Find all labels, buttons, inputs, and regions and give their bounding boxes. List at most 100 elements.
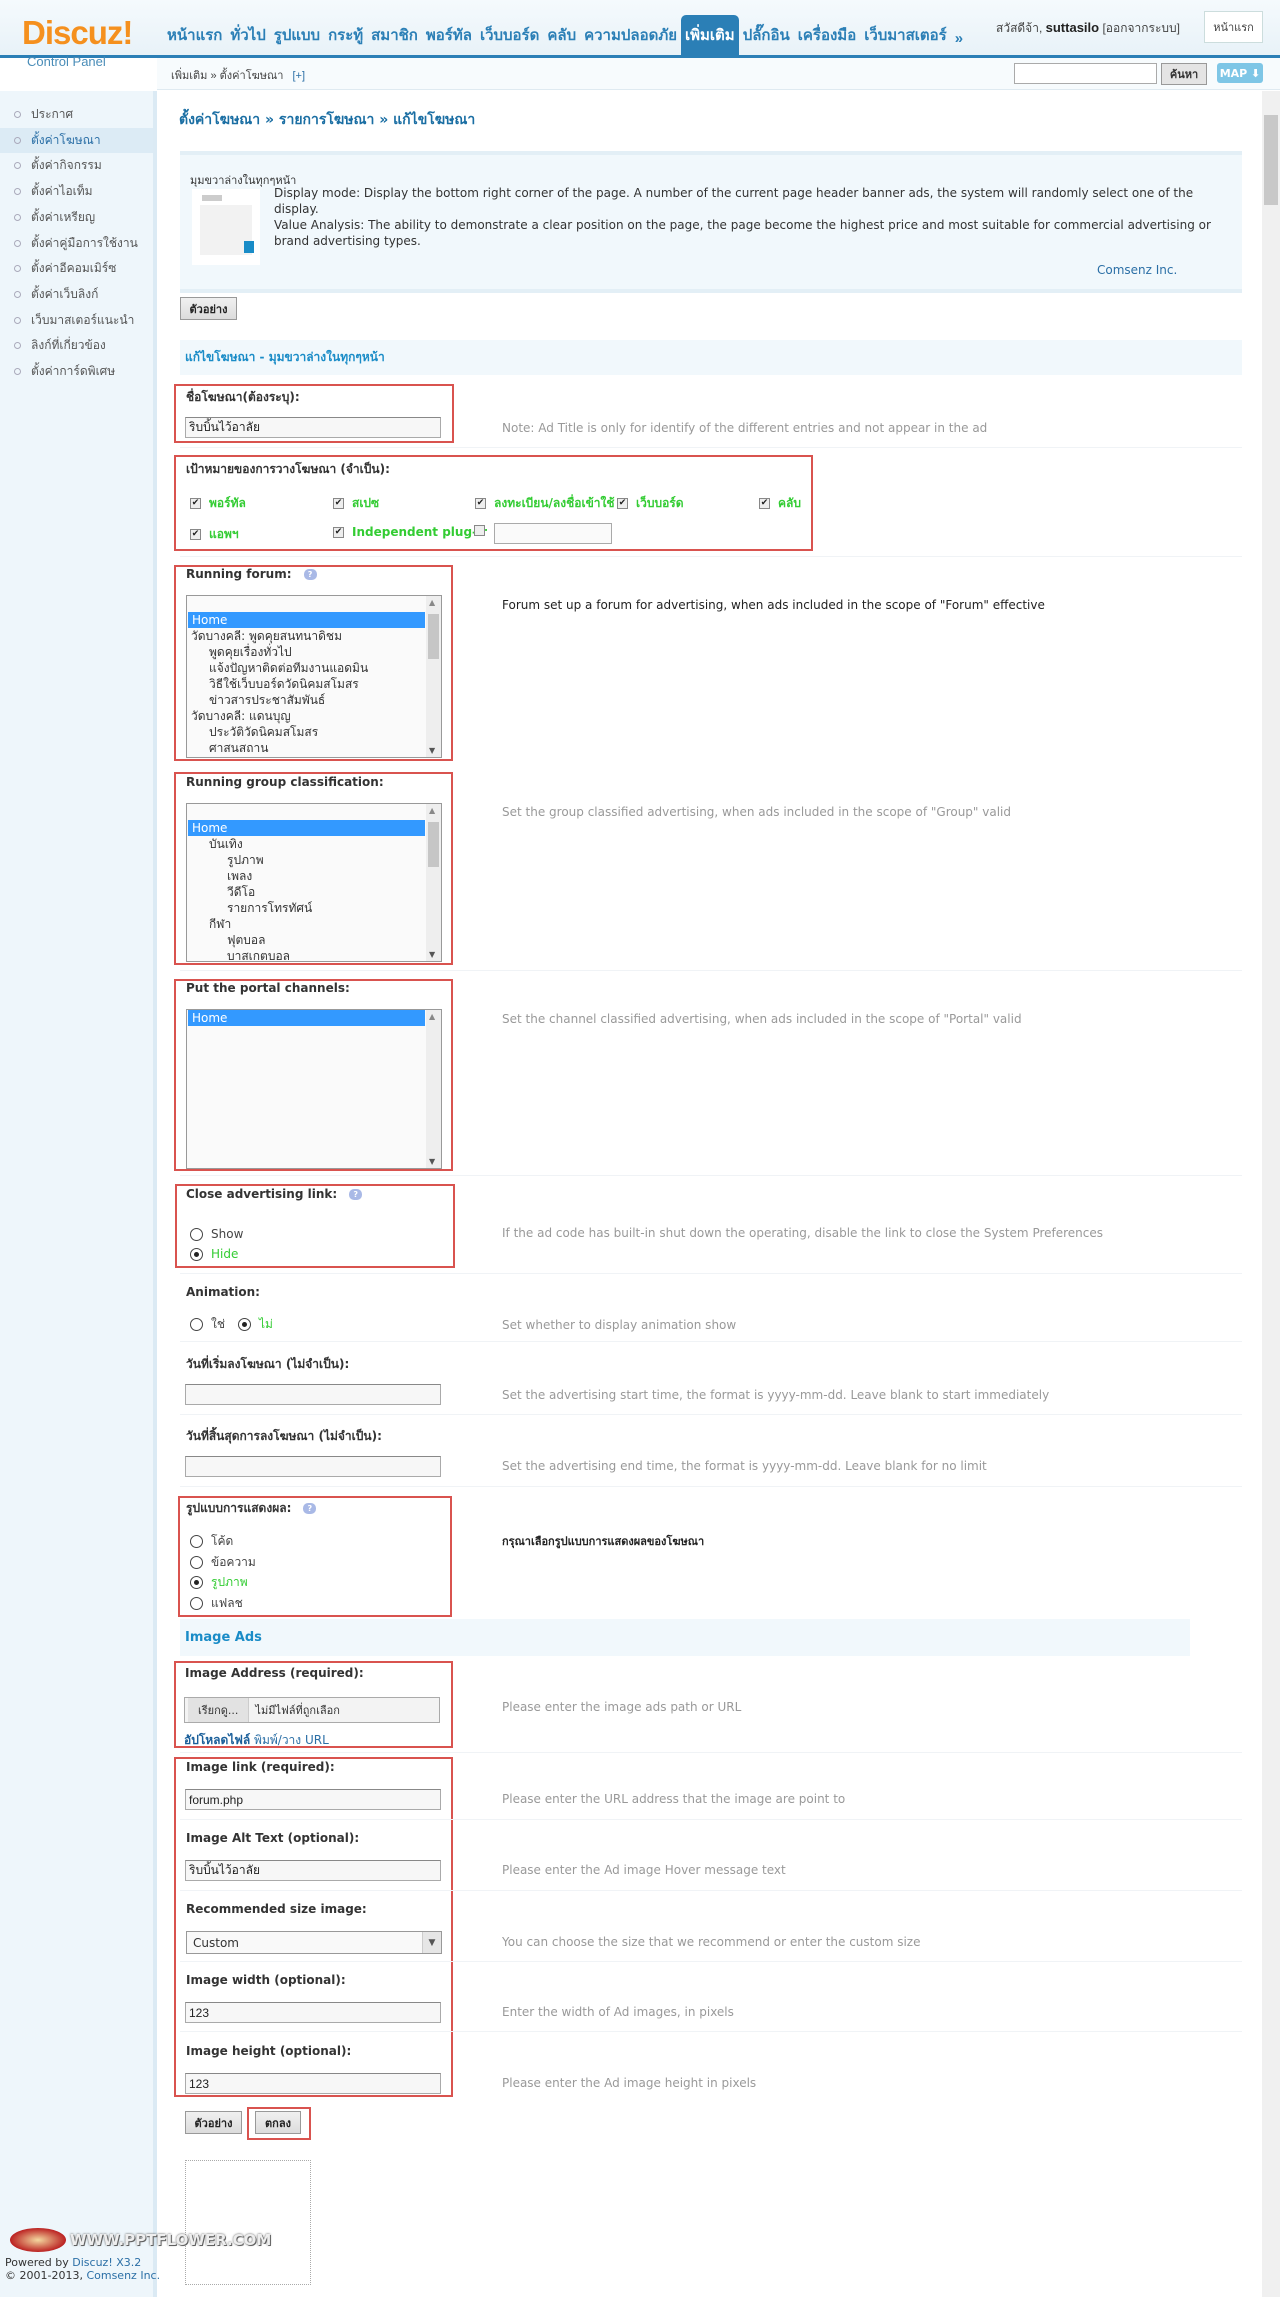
paste-url-link[interactable]: พิมพ์/วาง URL <box>254 1733 329 1747</box>
search-input[interactable] <box>1014 63 1157 84</box>
radio-option[interactable]: โค้ด <box>190 1532 233 1551</box>
nav-tab[interactable]: รูปแบบ <box>270 15 324 55</box>
checkbox-icon[interactable]: ✔ <box>190 498 201 509</box>
target-checkbox[interactable]: ✔ แอพฯ <box>190 525 239 544</box>
target-checkbox[interactable] <box>474 525 493 536</box>
chevron-up-icon[interactable]: ▲ <box>429 598 435 607</box>
radio-option[interactable]: ใช่ <box>190 1315 225 1334</box>
list-option[interactable]: Home <box>188 1010 425 1026</box>
nav-tab[interactable]: สมาชิก <box>367 15 422 55</box>
list-option[interactable]: กีฬา <box>187 916 424 932</box>
image-width-input[interactable] <box>185 2002 441 2023</box>
home-button[interactable]: หน้าแรก <box>1204 11 1263 43</box>
nav-tab[interactable]: » <box>951 15 967 55</box>
sidebar-item[interactable]: ตั้งค่าอีคอมเมิร์ซ <box>0 256 153 281</box>
nav-tab[interactable]: กระทู้ <box>324 15 367 55</box>
scrollbar-thumb[interactable] <box>1264 115 1278 205</box>
list-option[interactable]: วัดบางคลี: พูดคุยสนทนาดิชม <box>187 628 424 644</box>
radio-icon[interactable] <box>190 1227 203 1241</box>
sidebar-item[interactable]: เว็บมาสเตอร์แนะนำ <box>0 308 153 333</box>
sidebar-item[interactable]: ตั้งค่าเหรียญ <box>0 205 153 230</box>
browse-button[interactable]: เรียกดู... <box>188 1698 250 1722</box>
checkbox-icon[interactable] <box>474 525 485 536</box>
sidebar-item[interactable]: ตั้งค่าคู่มือการใช้งาน <box>0 231 153 256</box>
help-icon[interactable]: ? <box>303 1503 317 1514</box>
image-link-input[interactable] <box>185 1789 441 1810</box>
list-option[interactable] <box>187 804 424 820</box>
radio-icon[interactable] <box>190 1556 203 1569</box>
sidebar-item[interactable]: ลิงก์ที่เกี่ยวข้อง <box>0 333 153 358</box>
image-alt-input[interactable] <box>185 1860 441 1881</box>
list-option[interactable]: Home <box>188 612 425 628</box>
sidebar-item[interactable]: ตั้งค่ากิจกรรม <box>0 153 153 178</box>
chevron-up-icon[interactable]: ▲ <box>429 806 435 815</box>
scrollbar-thumb[interactable] <box>428 822 439 867</box>
page-scrollbar[interactable] <box>1262 91 1280 2297</box>
portal-channels-listbox[interactable]: Home ▲ ▼ <box>186 1009 442 1169</box>
target-checkbox[interactable]: ✔ Independent plug-ir <box>333 525 487 539</box>
image-file-input[interactable]: เรียกดู... ไม่มีไฟล์ที่ถูกเลือก <box>184 1697 440 1723</box>
checkbox-icon[interactable]: ✔ <box>190 529 201 540</box>
breadcrumb-add-link[interactable]: [+] <box>292 70 305 82</box>
sidebar-item[interactable]: ตั้งค่าเว็บลิงก์ <box>0 282 153 307</box>
end-date-input[interactable] <box>185 1456 441 1477</box>
sidebar-item[interactable]: ประกาศ <box>0 102 153 127</box>
help-icon[interactable]: ? <box>349 1189 363 1200</box>
radio-option[interactable]: Hide <box>190 1247 238 1261</box>
list-option[interactable]: ประวัติวัดนิคมสโมสร <box>187 724 424 740</box>
list-option[interactable]: บาสเกตบอล <box>187 948 424 961</box>
chevron-up-icon[interactable]: ▲ <box>429 1012 435 1021</box>
sidebar-item[interactable]: ตั้งค่าไอเท็ม <box>0 179 153 204</box>
checkbox-icon[interactable]: ✔ <box>333 498 344 509</box>
list-option[interactable]: เพลง <box>187 868 424 884</box>
preview-button-top[interactable]: ตัวอย่าง <box>180 297 237 320</box>
running-forum-listbox[interactable]: Home วัดบางคลี: พูดคุยสนทนาดิชม พูดคุยเรื่… <box>186 595 442 758</box>
nav-tab[interactable]: พอร์ทัล <box>422 15 476 55</box>
target-checkbox[interactable]: ✔ พอร์ทัล <box>190 494 246 513</box>
listbox-scrollbar[interactable]: ▲ ▼ <box>426 1010 441 1168</box>
list-option[interactable] <box>187 596 424 612</box>
ad-title-input[interactable] <box>185 417 441 438</box>
list-option[interactable]: Home <box>188 820 425 836</box>
submit-button[interactable]: ตกลง <box>255 2111 301 2134</box>
list-option[interactable]: วีดีโอ <box>187 884 424 900</box>
radio-icon[interactable] <box>190 1576 203 1589</box>
radio-option[interactable]: ไม่ <box>238 1315 273 1334</box>
username[interactable]: suttasilo <box>1046 20 1099 35</box>
list-option[interactable]: วัดบางคลี: แดนบุญ <box>187 708 424 724</box>
nav-tab[interactable]: หน้าแรก <box>163 15 226 55</box>
radio-icon[interactable] <box>190 1247 203 1261</box>
checkbox-icon[interactable]: ✔ <box>617 498 628 509</box>
help-icon[interactable]: ? <box>303 569 317 580</box>
list-option[interactable]: วิธีใช้เว็บบอร์ดวัดนิคมสโมสร <box>187 676 424 692</box>
scrollbar-thumb[interactable] <box>428 614 439 659</box>
list-option[interactable]: พูดคุยเรื่องทั่วไป <box>187 644 424 660</box>
targets-custom-input[interactable] <box>494 523 612 544</box>
chevron-down-icon[interactable]: ▼ <box>429 746 435 755</box>
radio-icon[interactable] <box>238 1318 251 1331</box>
image-size-select[interactable]: Custom ▼ <box>186 1931 442 1954</box>
listbox-scrollbar[interactable]: ▲ ▼ <box>426 596 441 757</box>
nav-tab[interactable]: ความปลอดภัย <box>580 15 681 55</box>
product-link[interactable]: Discuz! X3.2 <box>72 2256 141 2269</box>
checkbox-icon[interactable]: ✔ <box>333 526 344 538</box>
start-date-input[interactable] <box>185 1384 441 1405</box>
target-checkbox[interactable]: ✔ เว็บบอร์ด <box>617 494 684 513</box>
discuz-logo[interactable]: Discuz! <box>22 14 133 52</box>
list-option[interactable]: ศาสนสถาน <box>187 740 424 756</box>
nav-tab[interactable]: ปลั๊กอิน <box>739 15 794 55</box>
chevron-down-icon[interactable]: ▼ <box>429 950 435 959</box>
chevron-down-icon[interactable]: ▼ <box>429 1157 435 1166</box>
radio-option[interactable]: Show <box>190 1227 243 1241</box>
list-option[interactable]: รายการโทรทัศน์ <box>187 900 424 916</box>
target-checkbox[interactable]: ✔ สเปซ <box>333 494 379 513</box>
target-checkbox[interactable]: ✔ คลับ <box>759 494 801 513</box>
radio-option[interactable]: รูปภาพ <box>190 1573 248 1592</box>
map-button[interactable]: MAP ⬇ <box>1217 63 1263 83</box>
sidebar-item[interactable]: ตั้งค่าโฆษณา <box>0 127 153 153</box>
nav-tab[interactable]: ทั่วไป <box>226 15 269 55</box>
nav-tab[interactable]: เพิ่มเติม <box>681 15 739 55</box>
checkbox-icon[interactable]: ✔ <box>475 498 486 509</box>
list-option[interactable]: แจ้งปัญหาติดต่อทีมงานแอดมิน <box>187 660 424 676</box>
list-option[interactable]: ฟุตบอล <box>187 932 424 948</box>
